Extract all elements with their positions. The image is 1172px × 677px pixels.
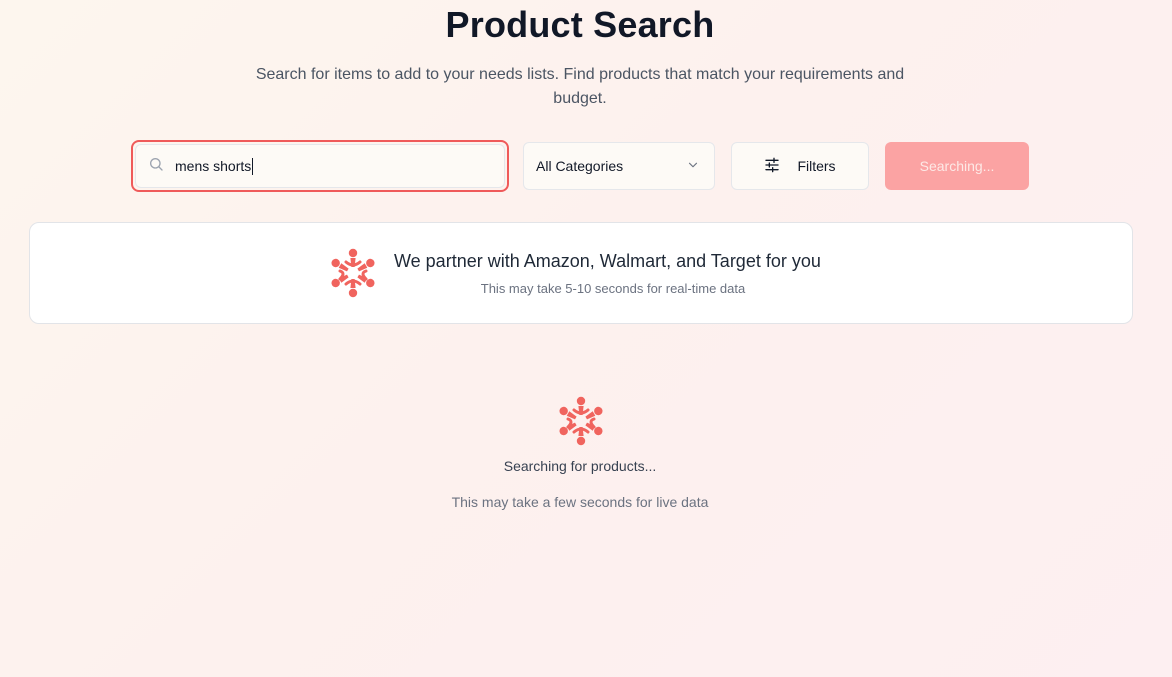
search-icon [148, 156, 164, 177]
partner-title: We partner with Amazon, Walmart, and Tar… [394, 251, 821, 271]
loading-logo-icon [556, 396, 606, 451]
page-subtitle: Search for items to add to your needs li… [255, 66, 905, 107]
sliders-icon [764, 157, 780, 176]
search-input-text: mens shorts [175, 158, 252, 174]
search-field[interactable]: mens shorts [135, 144, 505, 188]
search-button-label: Searching... [919, 158, 995, 174]
search-input[interactable]: mens shorts [175, 157, 254, 175]
chevron-down-icon [686, 158, 700, 175]
search-button[interactable]: Searching... [885, 142, 1029, 190]
partner-note: This may take 5-10 seconds for real-time… [480, 281, 746, 296]
filters-button[interactable]: Filters [731, 142, 869, 190]
partner-card: We partner with Amazon, Walmart, and Tar… [29, 222, 1133, 324]
category-select-value: All Categories [536, 158, 624, 174]
loading-title: Searching for products... [503, 458, 657, 474]
page-title: Product Search [445, 4, 715, 45]
loading-note: This may take a few seconds for live dat… [451, 494, 709, 510]
filters-button-label: Filters [797, 158, 836, 174]
text-caret [252, 157, 254, 175]
category-select[interactable]: All Categories [523, 142, 715, 190]
search-box[interactable]: mens shorts [131, 140, 509, 192]
